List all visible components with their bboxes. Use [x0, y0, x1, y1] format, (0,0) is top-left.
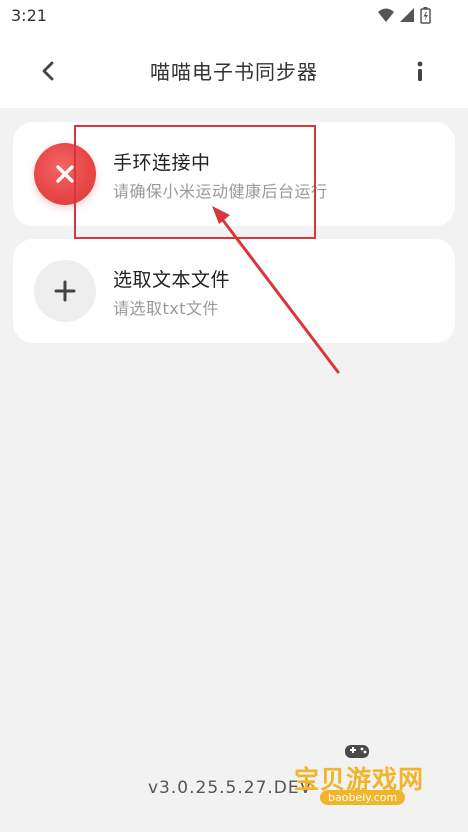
page-title: 喵喵电子书同步器 — [150, 60, 318, 84]
status-time: 3:21 — [11, 6, 47, 25]
watermark-url: baobeiy.com — [320, 790, 406, 805]
wifi-icon — [378, 8, 394, 22]
close-icon — [56, 165, 74, 183]
annotation-highlight-box — [74, 125, 316, 239]
select-file-hint: 请选取txt文件 — [113, 299, 220, 318]
add-file-badge — [34, 260, 96, 322]
info-button[interactable] — [408, 56, 432, 86]
battery-icon — [420, 7, 431, 24]
watermark: 宝贝游戏网 baobeiy.com — [290, 740, 440, 820]
status-icons — [376, 6, 432, 26]
app-bar: 喵喵电子书同步器 — [0, 34, 468, 108]
version-label: v3.0.25.5.27.DEV — [148, 778, 313, 798]
select-file-card[interactable]: 选取文本文件 请选取txt文件 — [13, 239, 455, 343]
gamepad-icon — [345, 745, 369, 758]
plus-icon — [54, 280, 76, 302]
info-icon — [417, 61, 423, 81]
status-bar: 3:21 — [0, 0, 468, 34]
cellular-signal-icon — [400, 8, 414, 22]
select-file-title: 选取文本文件 — [113, 269, 231, 291]
